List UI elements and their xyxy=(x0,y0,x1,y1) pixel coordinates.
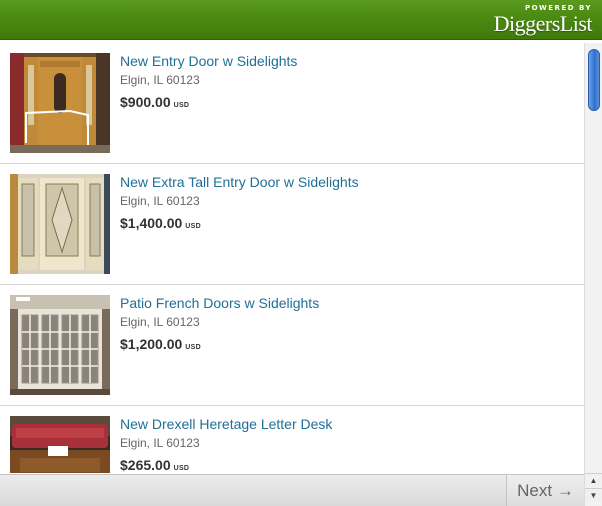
listing-location: Elgin, IL 60123 xyxy=(120,73,200,87)
listing-image[interactable] xyxy=(10,295,110,395)
scroll-down-icon[interactable]: ▼ xyxy=(585,488,602,502)
listing-price: $1,200.00 xyxy=(120,336,183,352)
listing-currency: USD xyxy=(173,465,190,472)
listing-price-row: $900.00 USD xyxy=(120,94,189,112)
listing-image[interactable] xyxy=(10,53,110,153)
header-bar: POWERED BY DiggersList xyxy=(0,0,602,40)
listing-title[interactable]: New Drexell Heretage Letter Desk xyxy=(120,416,332,432)
listing-location: Elgin, IL 60123 xyxy=(120,436,200,450)
pagination-footer: Next → xyxy=(0,474,584,506)
listing-price-row: $1,400.00 USD xyxy=(120,215,201,233)
next-button[interactable]: Next → xyxy=(506,475,584,506)
listing-image[interactable] xyxy=(10,416,110,473)
listing-item[interactable]: New Entry Door w Sidelights Elgin, IL 60… xyxy=(0,43,584,164)
listing-price: $265.00 xyxy=(120,457,171,473)
listing-list: New Entry Door w Sidelights Elgin, IL 60… xyxy=(0,43,584,473)
listing-currency: USD xyxy=(185,344,201,351)
scrollbar-thumb[interactable] xyxy=(588,49,600,111)
brand-logo[interactable]: POWERED BY DiggersList xyxy=(493,4,593,36)
listing-location: Elgin, IL 60123 xyxy=(120,315,200,329)
listing-title[interactable]: Patio French Doors w Sidelights xyxy=(120,295,319,311)
listing-currency: USD xyxy=(185,223,201,230)
listing-item[interactable]: Patio French Doors w Sidelights Elgin, I… xyxy=(0,285,584,406)
listing-price: $1,400.00 xyxy=(120,215,183,231)
listing-currency: USD xyxy=(173,102,190,109)
listing-image[interactable] xyxy=(10,174,110,274)
listing-price: $900.00 xyxy=(120,94,171,110)
listing-price-row: $265.00 USD xyxy=(120,457,189,473)
listing-location: Elgin, IL 60123 xyxy=(120,194,200,208)
listing-title[interactable]: New Entry Door w Sidelights xyxy=(120,53,297,69)
diggerslist-logo: DiggersList xyxy=(493,11,593,36)
listing-item[interactable]: New Drexell Heretage Letter Desk Elgin, … xyxy=(0,406,584,473)
scroll-up-icon[interactable]: ▲ xyxy=(585,473,602,487)
listing-item[interactable]: New Extra Tall Entry Door w Sidelights E… xyxy=(0,164,584,285)
listing-price-row: $1,200.00 USD xyxy=(120,336,201,354)
vertical-scrollbar[interactable]: ▲ ▼ xyxy=(584,43,602,506)
listing-title[interactable]: New Extra Tall Entry Door w Sidelights xyxy=(120,174,359,190)
